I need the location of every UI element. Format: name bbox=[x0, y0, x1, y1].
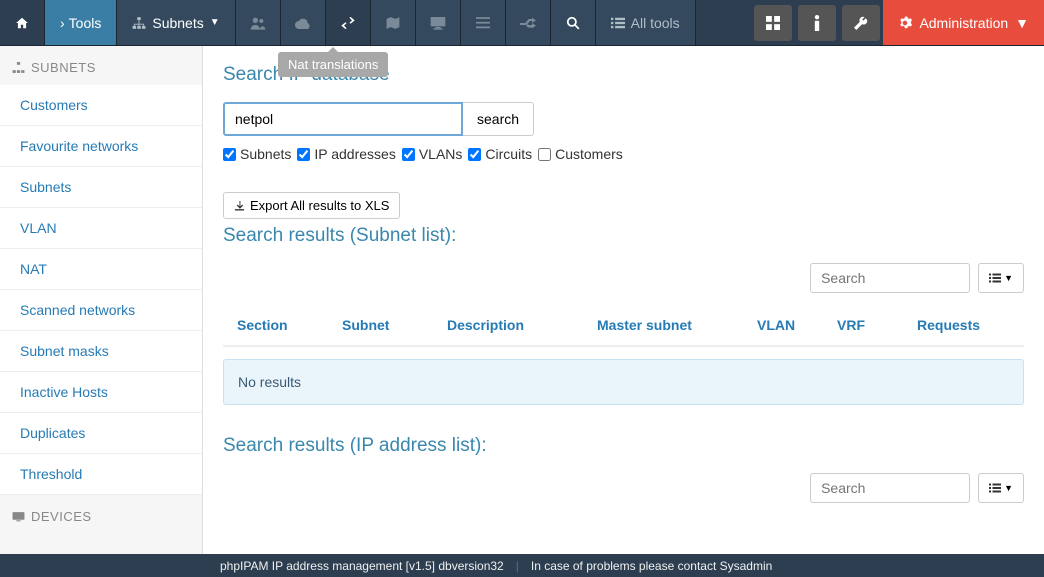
users-icon bbox=[250, 16, 266, 30]
search-icon bbox=[566, 16, 580, 30]
sidebar-item-subnets[interactable]: Subnets bbox=[0, 167, 202, 208]
sidebar: SUBNETS Customers Favourite networks Sub… bbox=[0, 46, 203, 554]
nav-wrench-button[interactable] bbox=[842, 5, 880, 41]
sitemap-icon bbox=[132, 16, 146, 30]
nav-search[interactable] bbox=[551, 0, 596, 45]
grid-icon bbox=[766, 16, 780, 30]
nav-all-tools[interactable]: All tools bbox=[596, 0, 696, 45]
sidebar-item-vlan[interactable]: VLAN bbox=[0, 208, 202, 249]
info-icon bbox=[814, 15, 820, 31]
filter-customers[interactable]: Customers bbox=[538, 146, 623, 162]
sidebar-item-nat[interactable]: NAT bbox=[0, 249, 202, 290]
sidebar-item-favourite-networks[interactable]: Favourite networks bbox=[0, 126, 202, 167]
col-vlan[interactable]: VLAN bbox=[757, 317, 837, 333]
no-results-message: No results bbox=[223, 359, 1024, 405]
nav-random[interactable] bbox=[506, 0, 551, 45]
subnet-filter-input[interactable] bbox=[810, 263, 970, 293]
gear-icon bbox=[898, 16, 912, 30]
nav-grid-button[interactable] bbox=[754, 5, 792, 41]
sidebar-item-inactive-hosts[interactable]: Inactive Hosts bbox=[0, 372, 202, 413]
filter-customers-checkbox[interactable] bbox=[538, 148, 551, 161]
search-button[interactable]: search bbox=[463, 102, 534, 136]
subnet-table-header: Section Subnet Description Master subnet… bbox=[223, 305, 1024, 347]
filter-circuits[interactable]: Circuits bbox=[468, 146, 532, 162]
col-subnet[interactable]: Subnet bbox=[342, 317, 447, 333]
random-icon bbox=[520, 16, 536, 30]
desktop-icon bbox=[430, 16, 446, 30]
sidebar-item-threshold[interactable]: Threshold bbox=[0, 454, 202, 495]
ip-filter-input[interactable] bbox=[810, 473, 970, 503]
footer-version: phpIPAM IP address management [v1.5] dbv… bbox=[220, 559, 504, 573]
main-content: Search IP database search Subnets IP add… bbox=[203, 46, 1044, 554]
bars-icon bbox=[476, 16, 490, 30]
filter-ip-checkbox[interactable] bbox=[297, 148, 310, 161]
nav-administration[interactable]: Administration▼ bbox=[883, 0, 1044, 45]
sitemap-icon bbox=[12, 61, 25, 74]
col-requests[interactable]: Requests bbox=[917, 317, 1010, 333]
nav-locations[interactable] bbox=[371, 0, 416, 45]
footer-contact: In case of problems please contact Sysad… bbox=[531, 559, 772, 573]
download-icon bbox=[234, 200, 245, 211]
nav-devices[interactable] bbox=[416, 0, 461, 45]
tooltip-nat-translations: Nat translations bbox=[278, 52, 388, 77]
home-icon bbox=[15, 16, 29, 30]
col-vrf[interactable]: VRF bbox=[837, 317, 917, 333]
nav-list[interactable] bbox=[461, 0, 506, 45]
col-section[interactable]: Section bbox=[237, 317, 342, 333]
subnet-columns-button[interactable]: ▼ bbox=[978, 263, 1024, 293]
export-button[interactable]: Export All results to XLS bbox=[223, 192, 400, 219]
sidebar-section-devices: DEVICES bbox=[0, 495, 202, 534]
map-icon bbox=[386, 16, 400, 30]
cloud-icon bbox=[295, 16, 311, 30]
nav-home[interactable] bbox=[0, 0, 45, 45]
desktop-icon bbox=[12, 511, 25, 523]
sidebar-item-subnet-masks[interactable]: Subnet masks bbox=[0, 331, 202, 372]
sidebar-item-customers[interactable]: Customers bbox=[0, 85, 202, 126]
filter-ip-addresses[interactable]: IP addresses bbox=[297, 146, 395, 162]
nav-customers[interactable] bbox=[236, 0, 281, 45]
nav-subnets[interactable]: Subnets▼ bbox=[117, 0, 235, 45]
filter-vlans[interactable]: VLANs bbox=[402, 146, 463, 162]
filter-subnets[interactable]: Subnets bbox=[223, 146, 291, 162]
list-icon bbox=[989, 483, 1001, 493]
nav-vrf[interactable] bbox=[281, 0, 326, 45]
exchange-icon bbox=[340, 16, 356, 30]
sidebar-item-scanned-networks[interactable]: Scanned networks bbox=[0, 290, 202, 331]
filter-circuits-checkbox[interactable] bbox=[468, 148, 481, 161]
filter-subnets-checkbox[interactable] bbox=[223, 148, 236, 161]
footer: phpIPAM IP address management [v1.5] dbv… bbox=[0, 554, 1044, 577]
sidebar-section-subnets: SUBNETS bbox=[0, 46, 202, 85]
results-subnet-title: Search results (Subnet list): bbox=[223, 225, 1024, 247]
filter-vlans-checkbox[interactable] bbox=[402, 148, 415, 161]
col-master-subnet[interactable]: Master subnet bbox=[597, 317, 757, 333]
ip-columns-button[interactable]: ▼ bbox=[978, 473, 1024, 503]
search-input[interactable] bbox=[223, 102, 463, 136]
nav-info-button[interactable] bbox=[798, 5, 836, 41]
col-description[interactable]: Description bbox=[447, 317, 597, 333]
sidebar-item-duplicates[interactable]: Duplicates bbox=[0, 413, 202, 454]
list-icon bbox=[611, 17, 625, 29]
wrench-icon bbox=[854, 16, 868, 30]
search-filters: Subnets IP addresses VLANs Circuits Cust… bbox=[223, 146, 1024, 162]
nav-nat[interactable] bbox=[326, 0, 371, 45]
nav-tools[interactable]: ›Tools bbox=[45, 0, 117, 45]
results-ip-title: Search results (IP address list): bbox=[223, 435, 1024, 457]
list-icon bbox=[989, 273, 1001, 283]
